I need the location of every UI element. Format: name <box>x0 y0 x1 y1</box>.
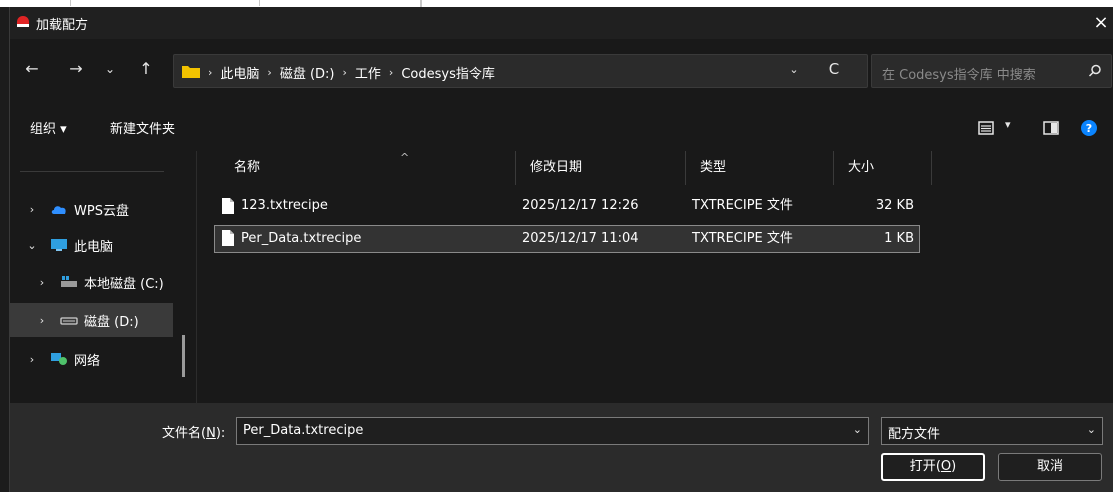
chevron-right-icon[interactable]: › <box>22 353 42 366</box>
cancel-button[interactable]: 取消 <box>998 453 1102 481</box>
chevron-right-icon[interactable]: › <box>389 66 393 79</box>
title-bar: 加载配方 × <box>10 7 1113 39</box>
open-button[interactable]: 打开(O) <box>881 453 985 481</box>
folder-icon <box>182 66 200 78</box>
recent-locations-button[interactable]: ⌄ <box>98 57 122 81</box>
command-bar: 组织 ▾ 新建文件夹 ▾ ? <box>10 111 1113 147</box>
search-icon[interactable] <box>1087 63 1103 79</box>
file-icon <box>222 198 234 214</box>
up-button[interactable]: ↑ <box>134 57 158 81</box>
filename-hotkey: N <box>206 426 216 441</box>
chevron-right-icon[interactable]: › <box>267 66 271 79</box>
new-folder-button[interactable]: 新建文件夹 <box>110 118 175 137</box>
filetype-value: 配方文件 <box>888 427 941 442</box>
sidebar-item-label: 网络 <box>74 353 101 369</box>
breadcrumb-drive-d[interactable]: 磁盘 (D:) <box>280 63 335 82</box>
forward-button[interactable]: → <box>64 57 88 81</box>
file-size: 1 KB <box>884 231 914 246</box>
column-header-label: 名称 <box>234 160 261 175</box>
refresh-button[interactable]: C <box>824 60 844 78</box>
load-recipe-dialog: 加载配方 × ← → ⌄ ↑ › 此电脑 › 磁盘 (D:) › 工作 › Co… <box>9 7 1113 492</box>
sidebar-item-label: WPS云盘 <box>74 203 129 219</box>
filename-value: Per_Data.txtrecipe <box>243 423 364 438</box>
address-history-dropdown[interactable]: ⌄ <box>786 63 802 76</box>
breadcrumb-codesys-library[interactable]: Codesys指令库 <box>401 63 495 82</box>
breadcrumb-this-pc[interactable]: 此电脑 <box>220 63 259 82</box>
background-divider <box>420 0 422 7</box>
sidebar-item-label: 此电脑 <box>74 239 114 255</box>
file-name: Per_Data.txtrecipe <box>241 231 362 246</box>
background-window <box>0 0 1113 7</box>
column-header-type[interactable]: 类型 <box>692 151 834 185</box>
file-size: 32 KB <box>875 198 914 213</box>
sidebar-item-label: 本地磁盘 (C:) <box>84 276 164 292</box>
file-row-per-data[interactable]: Per_Data.txtrecipe 2025/12/17 11:04 TXTR… <box>214 225 920 253</box>
organize-menu[interactable]: 组织 ▾ <box>30 118 67 137</box>
file-row-123[interactable]: 123.txtrecipe 2025/12/17 12:26 TXTRECIPE… <box>214 193 920 221</box>
sort-ascending-icon: ^ <box>400 151 410 164</box>
open-hotkey: O <box>940 459 952 474</box>
sidebar-item-network[interactable]: › 网络 <box>10 342 173 376</box>
navigation-pane: › WPS云盘 ⌄ 此电脑 › 本地磁盘 (C:) › 磁盘 (D:) › 网络 <box>10 151 197 403</box>
chevron-right-icon: › <box>208 66 213 79</box>
nav-pane-scrollbar[interactable] <box>182 335 185 377</box>
view-options-dropdown[interactable]: ▾ <box>1005 118 1011 131</box>
cloud-icon <box>51 206 66 214</box>
sidebar-item-wps-cloud[interactable]: › WPS云盘 <box>10 192 173 226</box>
chevron-down-icon[interactable]: ⌄ <box>1087 423 1096 436</box>
chevron-right-icon[interactable]: › <box>22 203 42 216</box>
sidebar-item-local-disk-c[interactable]: › 本地磁盘 (C:) <box>10 265 173 299</box>
recipe-app-icon <box>17 16 29 27</box>
column-header-name[interactable]: 名称 ^ <box>226 151 516 185</box>
file-modified: 2025/12/17 11:04 <box>522 231 639 246</box>
column-header-modified[interactable]: 修改日期 <box>522 151 686 185</box>
file-type: TXTRECIPE 文件 <box>692 198 793 213</box>
sidebar-item-this-pc[interactable]: ⌄ 此电脑 <box>10 228 173 262</box>
close-button[interactable]: × <box>1089 7 1113 39</box>
chevron-down-icon[interactable]: ⌄ <box>22 239 42 252</box>
file-icon <box>222 230 234 246</box>
filename-label: 文件名(N): <box>162 426 226 441</box>
column-header-label: 类型 <box>700 160 727 175</box>
footer-panel: 文件名(N): Per_Data.txtrecipe ⌄ 配方文件 ⌄ 打开(O… <box>10 403 1113 492</box>
view-list-icon[interactable] <box>978 120 994 136</box>
file-type: TXTRECIPE 文件 <box>692 231 793 246</box>
file-list: 名称 ^ 修改日期 类型 大小 123.txtrecipe 2025/12/17… <box>198 151 1113 403</box>
help-icon[interactable]: ? <box>1080 119 1098 137</box>
quick-access-separator <box>20 171 164 172</box>
background-list-item <box>70 0 260 6</box>
drive-d-icon <box>60 317 78 325</box>
computer-icon <box>51 239 67 251</box>
preview-pane-icon[interactable] <box>1043 120 1059 136</box>
breadcrumb: › 此电脑 › 磁盘 (D:) › 工作 › Codesys指令库 <box>208 63 495 82</box>
pane-divider[interactable] <box>196 151 197 403</box>
column-header-label: 大小 <box>848 160 875 175</box>
file-name: 123.txtrecipe <box>241 198 328 213</box>
chevron-right-icon[interactable]: › <box>32 314 52 327</box>
address-bar[interactable]: › 此电脑 › 磁盘 (D:) › 工作 › Codesys指令库 ⌄ C <box>173 54 868 88</box>
search-input[interactable]: 在 Codesys指令库 中搜索 <box>882 64 1036 83</box>
back-button[interactable]: ← <box>20 57 44 81</box>
column-header-size[interactable]: 大小 <box>840 151 932 185</box>
breadcrumb-work[interactable]: 工作 <box>355 63 381 82</box>
drive-c-icon <box>61 276 77 287</box>
chevron-right-icon[interactable]: › <box>32 276 52 289</box>
file-modified: 2025/12/17 12:26 <box>522 198 639 213</box>
search-box[interactable]: 在 Codesys指令库 中搜索 <box>871 54 1112 88</box>
dialog-title: 加载配方 <box>36 18 89 33</box>
column-header-label: 修改日期 <box>530 160 583 175</box>
navigation-bar: ← → ⌄ ↑ › 此电脑 › 磁盘 (D:) › 工作 › Codesys指令… <box>10 47 1113 91</box>
chevron-down-icon[interactable]: ⌄ <box>853 423 862 436</box>
sidebar-item-drive-d[interactable]: › 磁盘 (D:) <box>10 303 173 337</box>
network-icon <box>51 353 67 365</box>
help-glyph: ? <box>1086 122 1092 135</box>
chevron-right-icon[interactable]: › <box>343 66 347 79</box>
filename-input[interactable]: Per_Data.txtrecipe ⌄ <box>236 417 869 445</box>
filetype-select[interactable]: 配方文件 ⌄ <box>881 417 1103 445</box>
sidebar-item-label: 磁盘 (D:) <box>84 314 139 330</box>
